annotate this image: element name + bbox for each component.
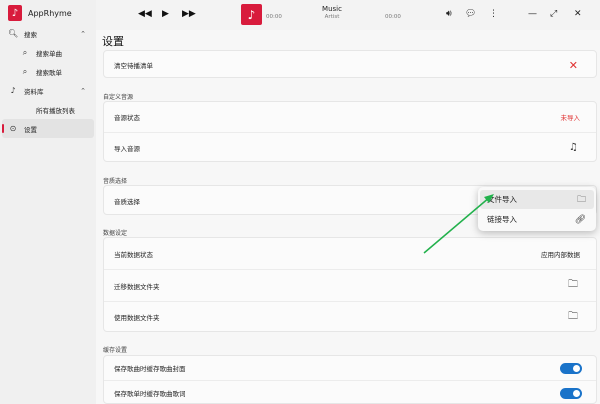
sidebar-item-settings[interactable]: ⊙ 设置	[2, 119, 94, 138]
sidebar-item-label: 所有播放列表	[36, 106, 75, 115]
minimize-icon[interactable]: —	[528, 9, 537, 19]
data-card: 当前数据状态 应用内部数据 迁移数据文件夹 🗀 使用数据文件夹 🗀	[103, 237, 597, 332]
sidebar-item-label: 搜索	[24, 30, 37, 39]
player-bar: ◀◀ ▶ ▶▶ ♪ Music Artist 00:00 00:00 🔊︎ 💬︎…	[96, 0, 600, 30]
album-art[interactable]: ♪	[241, 4, 262, 25]
menu-item-link-import[interactable]: 链接导入 🔗︎	[480, 210, 594, 229]
folder-icon[interactable]: 🗀	[568, 309, 578, 326]
sidebar-item-label: 搜索单曲	[36, 49, 62, 58]
previous-icon[interactable]: ◀◀	[138, 9, 152, 19]
music-note-icon: ♪	[10, 86, 16, 95]
cache-lyrics-toggle[interactable]	[560, 387, 582, 399]
app-title: ♪ AppRhyme	[8, 5, 72, 21]
clear-icon[interactable]: ✕	[569, 59, 578, 72]
sidebar: ♪ AppRhyme 🔍︎ 搜索 ⌃ ⌕ 搜索单曲 ⌕ 搜索歌单 ♪ 资料库 ⌃…	[0, 0, 96, 404]
section-title-custom-source: 自定义音源	[103, 94, 134, 101]
source-status-row: 音源状态 未导入	[104, 102, 596, 132]
app-name: AppRhyme	[28, 8, 72, 18]
custom-source-card: 音源状态 未导入 导入音源 ♫	[103, 101, 597, 162]
search-icon: 🔍︎	[8, 29, 19, 38]
clear-queue-row[interactable]: 清空待播清单 ✕	[104, 51, 596, 79]
menu-item-label: 文件导入	[487, 195, 517, 204]
more-icon[interactable]: ⋮	[489, 9, 498, 19]
cache-cover-toggle[interactable]	[560, 362, 582, 374]
play-icon[interactable]: ▶	[162, 9, 169, 19]
search-icon: ⌕	[22, 66, 28, 76]
row-label: 迁移数据文件夹	[114, 282, 160, 291]
volume-icon[interactable]: 🔊︎	[446, 9, 452, 19]
time-total: 00:00	[385, 14, 401, 20]
page-title: 设置	[102, 35, 124, 48]
lyrics-icon[interactable]: 💬︎	[465, 9, 476, 19]
settings-icon: ⊙	[9, 124, 17, 133]
track-title: Music	[322, 5, 342, 13]
row-label: 当前数据状态	[114, 250, 153, 259]
source-status-value: 未导入	[560, 114, 581, 122]
section-title-data: 数据设定	[103, 230, 128, 237]
row-label: 使用数据文件夹	[114, 314, 160, 322]
row-label: 导入音源	[114, 144, 140, 153]
sidebar-item-search-songs[interactable]: ⌕ 搜索单曲	[2, 43, 94, 62]
use-folder-row[interactable]: 使用数据文件夹 🗀	[104, 301, 596, 332]
data-status-value: 应用内部数据	[541, 250, 580, 259]
data-status-row: 当前数据状态 应用内部数据	[104, 238, 596, 269]
sidebar-item-all-playlists[interactable]: 所有播放列表	[2, 100, 94, 119]
clear-queue-card: 清空待播清单 ✕	[103, 50, 597, 78]
maximize-icon[interactable]: ⤢	[550, 9, 557, 19]
menu-item-file-import[interactable]: 文件导入 🗀	[480, 190, 594, 209]
menu-item-label: 链接导入	[487, 215, 517, 224]
chevron-up-icon[interactable]: ⌃	[80, 30, 86, 38]
close-icon[interactable]: ✕	[574, 9, 582, 19]
migrate-folder-row[interactable]: 迁移数据文件夹 🗀	[104, 269, 596, 301]
section-title-cache: 缓存设置	[103, 347, 128, 354]
search-icon: ⌕	[22, 47, 28, 57]
sidebar-nav: 🔍︎ 搜索 ⌃ ⌕ 搜索单曲 ⌕ 搜索歌单 ♪ 资料库 ⌃ 所有播放列表 ⊙ 设…	[2, 24, 94, 138]
folder-icon: 🗀	[576, 194, 586, 205]
import-menu: 文件导入 🗀 链接导入 🔗︎	[478, 187, 596, 231]
chevron-up-icon[interactable]: ⌃	[80, 87, 86, 95]
row-label: 保存歌单时缓存歌曲歌词	[114, 390, 186, 398]
sidebar-item-library[interactable]: ♪ 资料库 ⌃	[2, 81, 94, 100]
row-label: 音质选择	[114, 198, 140, 206]
row-label: 清空待播清单	[114, 62, 153, 70]
sidebar-item-search[interactable]: 🔍︎ 搜索 ⌃	[2, 24, 94, 43]
app-logo-icon: ♪	[8, 5, 22, 21]
cache-card: 保存歌曲时缓存歌曲封面 保存歌单时缓存歌曲歌词	[103, 355, 597, 404]
import-source-row[interactable]: 导入音源 ♫	[104, 132, 596, 162]
sidebar-item-label: 搜索歌单	[36, 68, 62, 77]
section-title-quality: 音质选择	[103, 178, 128, 185]
link-icon: 🔗︎	[574, 214, 586, 225]
sidebar-item-label: 资料库	[24, 87, 44, 96]
music-note-icon[interactable]: ♫	[569, 142, 578, 153]
track-artist: Artist	[324, 14, 340, 20]
cache-cover-row: 保存歌曲时缓存歌曲封面	[104, 356, 596, 380]
row-label: 保存歌曲时缓存歌曲封面	[114, 365, 186, 373]
folder-icon[interactable]: 🗀	[568, 277, 578, 294]
sidebar-item-search-playlists[interactable]: ⌕ 搜索歌单	[2, 62, 94, 81]
time-current: 00:00	[266, 14, 282, 20]
cache-lyrics-row: 保存歌单时缓存歌曲歌词	[104, 380, 596, 404]
row-label: 音源状态	[114, 114, 140, 122]
sidebar-item-label: 设置	[24, 125, 37, 134]
next-icon[interactable]: ▶▶	[182, 9, 196, 19]
